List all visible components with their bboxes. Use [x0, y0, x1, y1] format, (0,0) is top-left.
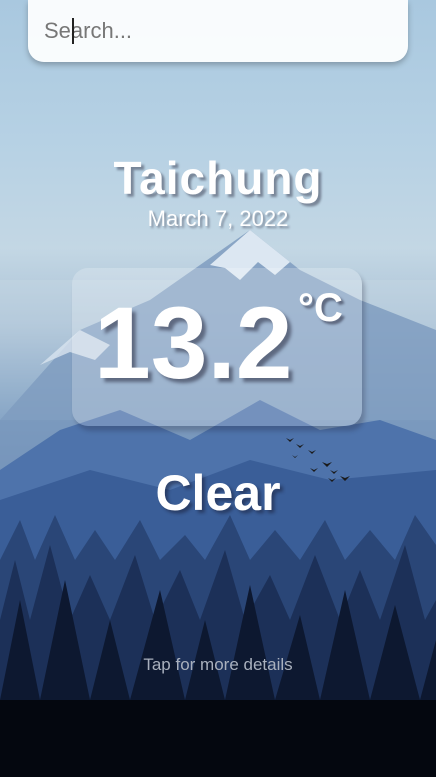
city-name: Taichung	[113, 152, 323, 204]
temperature-value: 13.2	[94, 286, 293, 400]
search-box[interactable]	[28, 0, 408, 62]
temperature-box[interactable]: 13.2 °C	[72, 268, 362, 426]
weather-condition: Clear	[155, 465, 281, 521]
temperature-unit: °C	[298, 286, 343, 330]
more-details-hint[interactable]: Tap for more details	[0, 654, 436, 676]
weather-app-screen: Taichung March 7, 2022 13.2 °C Clear Tap…	[0, 0, 436, 777]
search-input[interactable]	[44, 0, 392, 62]
text-cursor	[72, 18, 74, 44]
location-box: Taichung March 7, 2022	[0, 150, 436, 232]
current-date: March 7, 2022	[147, 206, 289, 231]
